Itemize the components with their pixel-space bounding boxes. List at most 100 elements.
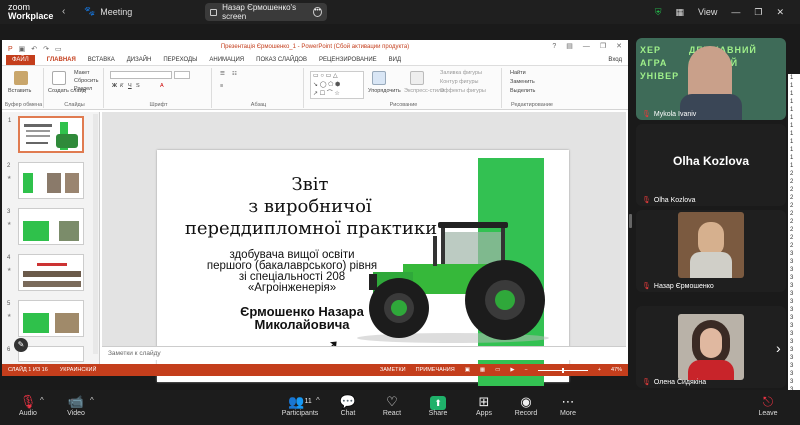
slide-thumbnail[interactable]: 3 ★ bbox=[7, 208, 84, 245]
leave-button[interactable]: ⎋ Leave bbox=[748, 394, 788, 417]
slide-thumbnail[interactable]: 2 ★ bbox=[7, 162, 84, 199]
view-button[interactable]: View bbox=[698, 7, 717, 17]
tab-design[interactable]: ДИЗАЙН bbox=[127, 57, 152, 63]
normal-view-icon[interactable]: ▣ bbox=[465, 367, 470, 373]
shape-fill-button[interactable]: Заливка фигуры bbox=[440, 70, 482, 76]
ribbon-display-icon[interactable]: ▤ bbox=[566, 40, 573, 54]
annotate-pen-icon[interactable]: ✎ bbox=[14, 338, 28, 352]
ppt-restore-icon[interactable]: ❐ bbox=[600, 40, 606, 54]
video-options-chevron-icon[interactable]: ^ bbox=[90, 396, 94, 405]
shape-outline-button[interactable]: Контур фигуры bbox=[440, 79, 478, 85]
italic-icon[interactable]: К bbox=[120, 83, 123, 89]
language-indicator[interactable]: УКРАИНСКИЙ bbox=[60, 367, 97, 373]
thumbnails-scrollbar[interactable] bbox=[93, 114, 98, 354]
screen-share-indicator[interactable]: Назар Єрмошенко's screen ••• bbox=[205, 3, 327, 21]
shape-effects-button[interactable]: Эффекты фигуры bbox=[440, 88, 486, 94]
close-icon[interactable]: ✕ bbox=[776, 7, 784, 18]
slide-thumbnail[interactable]: 6 bbox=[7, 346, 84, 362]
reset-button[interactable]: Сбросить bbox=[74, 78, 98, 84]
find-button[interactable]: Найти bbox=[510, 70, 526, 76]
replace-button[interactable]: Заменить bbox=[510, 79, 535, 85]
bold-icon[interactable]: Ж bbox=[112, 83, 117, 89]
tab-insert[interactable]: ВСТАВКА bbox=[88, 57, 115, 63]
ppt-close-icon[interactable]: ✕ bbox=[616, 40, 622, 54]
participant-tile[interactable]: 🎙 Олена Сидякіна bbox=[636, 306, 786, 388]
save-icon[interactable]: ▣ bbox=[19, 43, 26, 57]
paste-icon[interactable] bbox=[14, 71, 28, 85]
help-icon[interactable]: ? bbox=[552, 40, 556, 54]
paste-button[interactable]: Вставить bbox=[8, 88, 31, 94]
undo-icon[interactable]: ↶ bbox=[31, 43, 37, 57]
participant-tile[interactable]: Olha Kozlova 🎙 Olha Kozlova bbox=[636, 124, 786, 206]
muted-mic-icon: 🎙 bbox=[642, 283, 651, 290]
minimize-icon[interactable]: — bbox=[731, 7, 740, 17]
edge-row-number: 2 bbox=[790, 227, 794, 233]
edge-row-number: 3 bbox=[790, 363, 794, 369]
align-icon[interactable]: ≡ bbox=[220, 83, 223, 89]
slide-thumbnail[interactable]: 5 ★ bbox=[7, 300, 84, 337]
tab-review[interactable]: РЕЦЕНЗИРОВАНИЕ bbox=[319, 57, 377, 63]
meeting-menu[interactable]: 🐾 Meeting bbox=[84, 6, 132, 17]
edge-row-number: 3 bbox=[790, 307, 794, 313]
more-options-icon[interactable]: ••• bbox=[313, 7, 322, 17]
notes-pane[interactable]: Заметки к слайду bbox=[102, 346, 626, 360]
react-button[interactable]: ♡ React bbox=[372, 394, 412, 417]
participant-video-body bbox=[690, 252, 732, 278]
font-color-icon[interactable]: A bbox=[160, 83, 164, 89]
quick-styles-icon[interactable] bbox=[410, 71, 424, 85]
grid-view-icon[interactable]: ▦ bbox=[676, 7, 685, 18]
quick-styles-button[interactable]: Экспресс-стили bbox=[404, 88, 444, 94]
zoom-slider[interactable] bbox=[537, 367, 588, 373]
slide-thumbnail[interactable]: 4 ★ bbox=[7, 254, 84, 291]
thumb-number: 3 bbox=[7, 209, 11, 215]
slideshow-view-icon[interactable]: ▶ bbox=[510, 367, 514, 373]
numbering-icon[interactable]: ☷ bbox=[232, 71, 237, 77]
tab-slideshow[interactable]: ПОКАЗ СЛАЙДОВ bbox=[256, 57, 307, 63]
underline-icon[interactable]: Ч bbox=[128, 83, 132, 89]
participant-tile[interactable]: ХЕР ДЕРЖАВНИЙАГРА ОМІЧНИЙУНІВЕР 🎙 Mykola… bbox=[636, 38, 786, 120]
sorter-view-icon[interactable]: ▦ bbox=[480, 367, 485, 373]
notes-status-button[interactable]: ЗАМЕТКИ bbox=[380, 367, 406, 373]
font-name-select[interactable] bbox=[110, 71, 172, 79]
new-slide-icon[interactable] bbox=[52, 71, 66, 85]
edge-row-number: 2 bbox=[790, 187, 794, 193]
audio-options-chevron-icon[interactable]: ^ bbox=[40, 396, 44, 405]
slide-thumbnail[interactable]: 1 bbox=[8, 116, 84, 153]
zoom-out-icon[interactable]: − bbox=[525, 367, 528, 373]
tab-animation[interactable]: АНИМАЦИЯ bbox=[209, 57, 244, 63]
heart-icon: ♡ bbox=[386, 394, 398, 409]
zoom-in-icon[interactable]: + bbox=[598, 367, 601, 373]
bullets-icon[interactable]: ☰ bbox=[220, 71, 225, 77]
shield-icon[interactable]: ⛨ bbox=[655, 7, 662, 18]
panel-resize-handle[interactable] bbox=[629, 214, 632, 228]
tab-home[interactable]: ГЛАВНАЯ bbox=[47, 57, 76, 63]
chevron-left-icon[interactable]: ‹ bbox=[62, 6, 65, 17]
arrange-icon[interactable] bbox=[372, 71, 386, 85]
more-button[interactable]: ⋯ More bbox=[548, 394, 588, 417]
shapes-gallery[interactable]: ▭ ○ ▭ △ ↘ ◯ ⬠ ⬢ ↗ ☐ ⌒ ☆ bbox=[310, 71, 364, 99]
sign-in-link[interactable]: Вход bbox=[608, 57, 622, 63]
chat-button[interactable]: 💬 Chat bbox=[328, 394, 368, 417]
record-button[interactable]: ◉ Record bbox=[506, 394, 546, 417]
arrange-button[interactable]: Упорядочить bbox=[368, 88, 401, 94]
restore-icon[interactable]: ❐ bbox=[754, 7, 762, 18]
tab-transitions[interactable]: ПЕРЕХОДЫ bbox=[163, 57, 197, 63]
next-page-chevron-icon[interactable]: › bbox=[776, 340, 781, 356]
participants-options-chevron-icon[interactable]: ^ bbox=[316, 396, 320, 405]
reading-view-icon[interactable]: ▭ bbox=[495, 367, 500, 373]
ppt-minimize-icon[interactable]: — bbox=[583, 40, 590, 54]
shadow-icon[interactable]: S bbox=[136, 83, 140, 89]
layout-button[interactable]: Макет bbox=[74, 70, 90, 76]
section-button[interactable]: Раздел bbox=[74, 86, 92, 92]
muted-mic-icon: 🎙 bbox=[642, 197, 651, 204]
comments-status-button[interactable]: ПРИМЕЧАНИЯ bbox=[416, 367, 455, 373]
participant-tile[interactable]: 🎙 Назар Єрмошенко bbox=[636, 210, 786, 292]
slideshow-icon[interactable]: ▭ bbox=[55, 43, 62, 57]
redo-icon[interactable]: ↷ bbox=[43, 43, 49, 57]
apps-button[interactable]: ⊞ Apps bbox=[464, 394, 504, 417]
thumb-photo bbox=[55, 313, 79, 333]
font-size-select[interactable] bbox=[174, 71, 190, 79]
select-button[interactable]: Выделить bbox=[510, 88, 535, 94]
share-button[interactable]: ⬆ Share bbox=[418, 394, 458, 417]
tab-view[interactable]: ВИД bbox=[389, 57, 401, 63]
